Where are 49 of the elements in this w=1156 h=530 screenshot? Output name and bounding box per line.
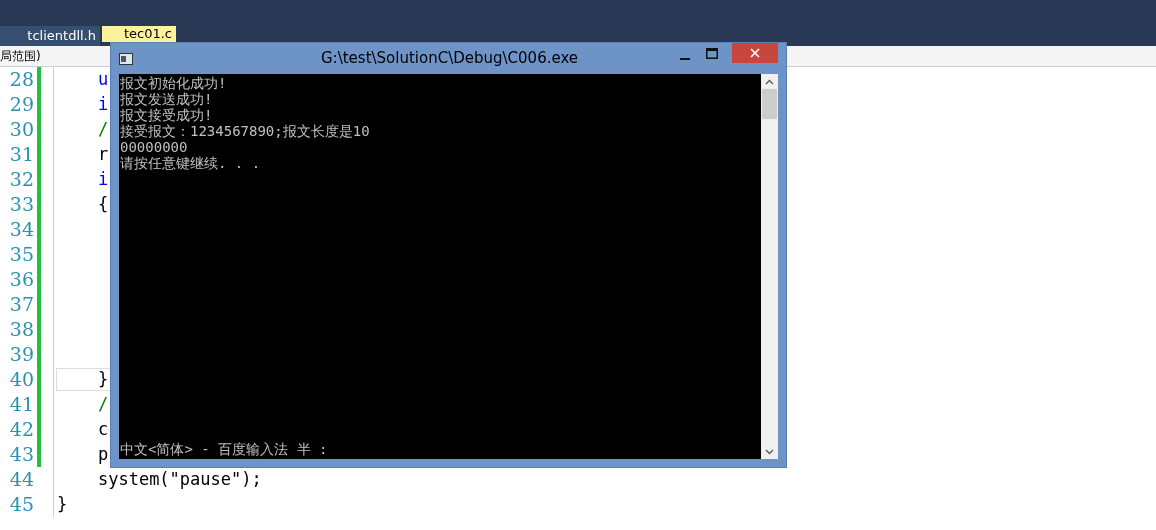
file-tab[interactable]: tclientdll.h [0, 26, 100, 46]
code-text: p [96, 446, 109, 463]
code-text: i [96, 171, 109, 188]
scroll-down-icon[interactable] [765, 449, 774, 455]
console-line: 00000000 [120, 139, 189, 155]
console-line: 接受报文：1234567890;报文长度是10 [120, 123, 371, 139]
line-number: 30 [8, 120, 34, 139]
line-number: 38 [8, 320, 34, 339]
line-number: 43 [8, 445, 34, 464]
code-text: system("pause"); [96, 471, 262, 488]
line-number: 40 [8, 370, 34, 389]
code-text: } [96, 371, 109, 388]
close-button[interactable] [732, 43, 778, 63]
code-text: c [96, 421, 109, 438]
scope-dropdown[interactable]: 局范围) [0, 47, 41, 65]
line-number: 29 [8, 95, 34, 114]
line-number: 42 [8, 420, 34, 439]
window-title: G:\test\SolutionC\Debug\C006.exe [321, 48, 579, 70]
ime-status: 中文<简体> - 百度输入法 半 : [120, 441, 329, 457]
scroll-up-icon[interactable] [765, 79, 774, 85]
line-number: 37 [8, 295, 34, 314]
scrollbar[interactable] [761, 74, 778, 459]
line-number: 32 [8, 170, 34, 189]
code-text: r [96, 146, 109, 163]
line-number: 31 [8, 145, 34, 164]
console-line: 报文接受成功! [120, 107, 214, 123]
line-number: 45 [8, 495, 34, 514]
line-number: 44 [8, 470, 34, 489]
close-icon [750, 48, 760, 58]
console-line: 报文发送成功! [120, 91, 214, 107]
code-text: } [57, 496, 68, 513]
console-line: 请按任意键继续. . . [120, 155, 262, 171]
console-line: 报文初始化成功! [120, 75, 228, 91]
line-number: 34 [8, 220, 34, 239]
code-text: / [96, 121, 109, 138]
scroll-thumb[interactable] [762, 89, 777, 119]
line-number: 36 [8, 270, 34, 289]
line-number: 41 [8, 395, 34, 414]
code-text: i [96, 96, 109, 113]
line-number: 28 [8, 70, 34, 89]
file-tab[interactable]: tec01.c [102, 26, 176, 42]
line-number: 33 [8, 195, 34, 214]
line-number: 39 [8, 345, 34, 364]
line-number: 35 [8, 245, 34, 264]
code-text: / [96, 396, 109, 413]
code-text: u [96, 71, 109, 88]
maximize-icon[interactable] [706, 48, 718, 59]
code-text: { [96, 196, 109, 213]
window-icon [119, 52, 133, 65]
